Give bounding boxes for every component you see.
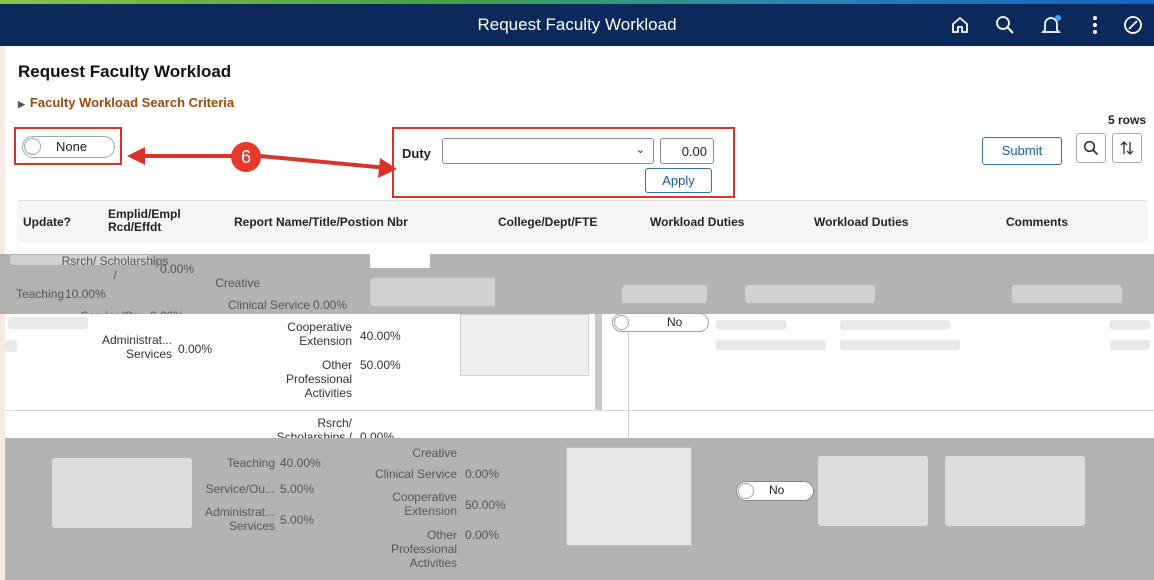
duty-value: 50.00% [360, 358, 401, 372]
update-toggle[interactable]: No [612, 313, 709, 332]
toggle-knob [614, 315, 629, 330]
redacted-field [840, 320, 950, 330]
duty-value: 5.00% [280, 482, 315, 496]
comments-textarea[interactable] [566, 447, 692, 546]
redacted-field [745, 285, 875, 303]
redacted-field [370, 278, 495, 306]
col-update: Update? [23, 215, 71, 229]
more-icon[interactable] [1082, 12, 1108, 38]
redacted-field [1110, 340, 1150, 350]
row-top-strip [18, 242, 1147, 254]
toggle-knob [738, 483, 754, 499]
redacted-field [622, 285, 707, 303]
page-title: Request Faculty Workload [18, 62, 232, 81]
col-workload-duties-1: Workload Duties [650, 215, 745, 229]
duty-label: Clinical Service [374, 467, 457, 481]
home-icon[interactable] [947, 12, 973, 38]
toggle-label: No [667, 315, 683, 329]
update-toggle[interactable]: No [736, 481, 814, 501]
duty-value: 0.00% [465, 528, 500, 542]
scrollbar[interactable] [595, 314, 602, 424]
duty-label: Administrat... Services [101, 333, 172, 361]
header-title: Request Faculty Workload [477, 15, 677, 34]
chevron-right-icon: ▶ [18, 99, 25, 109]
duty-label: Creative [412, 446, 457, 460]
duty-select[interactable]: ⌄ [442, 138, 654, 164]
duty-label: Duty [402, 146, 431, 161]
step-badge: 6 [231, 142, 261, 172]
redacted-field [1110, 320, 1150, 330]
redacted-field [716, 320, 786, 330]
row-divider [5, 410, 1154, 439]
bell-icon[interactable] [1038, 12, 1064, 38]
column-divider [628, 410, 629, 438]
search-icon[interactable] [992, 12, 1018, 38]
redacted-field [1012, 285, 1122, 303]
col-emplid: Emplid/Empl Rcd/Effdt [108, 207, 181, 234]
toggle-label: None [56, 139, 88, 154]
toggle-knob [24, 138, 41, 155]
duty-value: 0.00% [178, 342, 213, 356]
annotation-arrows [127, 147, 397, 178]
grid-search-button[interactable] [1076, 133, 1106, 163]
redacted-field [840, 340, 960, 350]
duty-label: Teaching [226, 456, 275, 470]
duty-value: 0.00% [313, 298, 348, 312]
select-all-toggle[interactable]: None [22, 136, 115, 158]
redacted-field [945, 456, 1085, 526]
comments-textarea[interactable] [460, 314, 589, 376]
chevron-down-icon: ⌄ [635, 144, 645, 156]
col-college: College/Dept/FTE [498, 215, 598, 229]
col-workload-duties-2: Workload Duties [814, 215, 909, 229]
duty-label: Administrat... Services [204, 505, 275, 533]
redacted-field [5, 340, 17, 352]
submit-button[interactable]: Submit [982, 137, 1062, 165]
col-report-name: Report Name/Title/Postion Nbr [234, 215, 408, 229]
duty-value: 0.00% [160, 262, 195, 276]
duty-value: 10.00% [65, 287, 106, 301]
duty-value: 5.00% [280, 513, 315, 527]
duty-value: 40.00% [360, 329, 401, 343]
duty-label: Other Professional Activities [390, 528, 457, 570]
redacted-field [8, 317, 88, 329]
duty-value: 50.00% [465, 498, 506, 512]
redacted-field [52, 458, 192, 528]
redacted-field [818, 456, 928, 526]
grid-header: Update? Emplid/Empl Rcd/Effdt Report Nam… [18, 200, 1147, 244]
search-icon [1083, 140, 1099, 156]
apply-button[interactable]: Apply [645, 168, 712, 193]
duty-amount-input[interactable]: 0.00 [660, 138, 714, 164]
app-header: Request Faculty Workload [0, 4, 1154, 46]
row-count: 5 rows [1107, 113, 1146, 127]
overlay-gap [370, 254, 430, 268]
redacted-field [716, 340, 826, 350]
sort-button[interactable] [1112, 133, 1142, 163]
search-criteria-label: Faculty Workload Search Criteria [29, 95, 235, 110]
duty-label: Teaching [15, 287, 64, 301]
search-criteria-link[interactable]: ▶ Faculty Workload Search Criteria [18, 95, 234, 110]
duty-label: Clinical Service [227, 298, 310, 312]
duty-label: Creative [215, 276, 260, 290]
duty-value: 40.00% [280, 456, 321, 470]
duty-label: Cooperative Extension [392, 490, 457, 518]
duty-label: Service/Ou... [205, 482, 275, 496]
duty-label: Cooperative Extension [287, 320, 352, 348]
duty-value: 0.00% [465, 467, 500, 481]
col-comments: Comments [1006, 215, 1069, 229]
sort-icon [1120, 141, 1134, 155]
navbar-icon[interactable] [1120, 12, 1146, 38]
duty-label: Other Professional Activities [285, 358, 352, 400]
toggle-label: No [769, 483, 785, 497]
